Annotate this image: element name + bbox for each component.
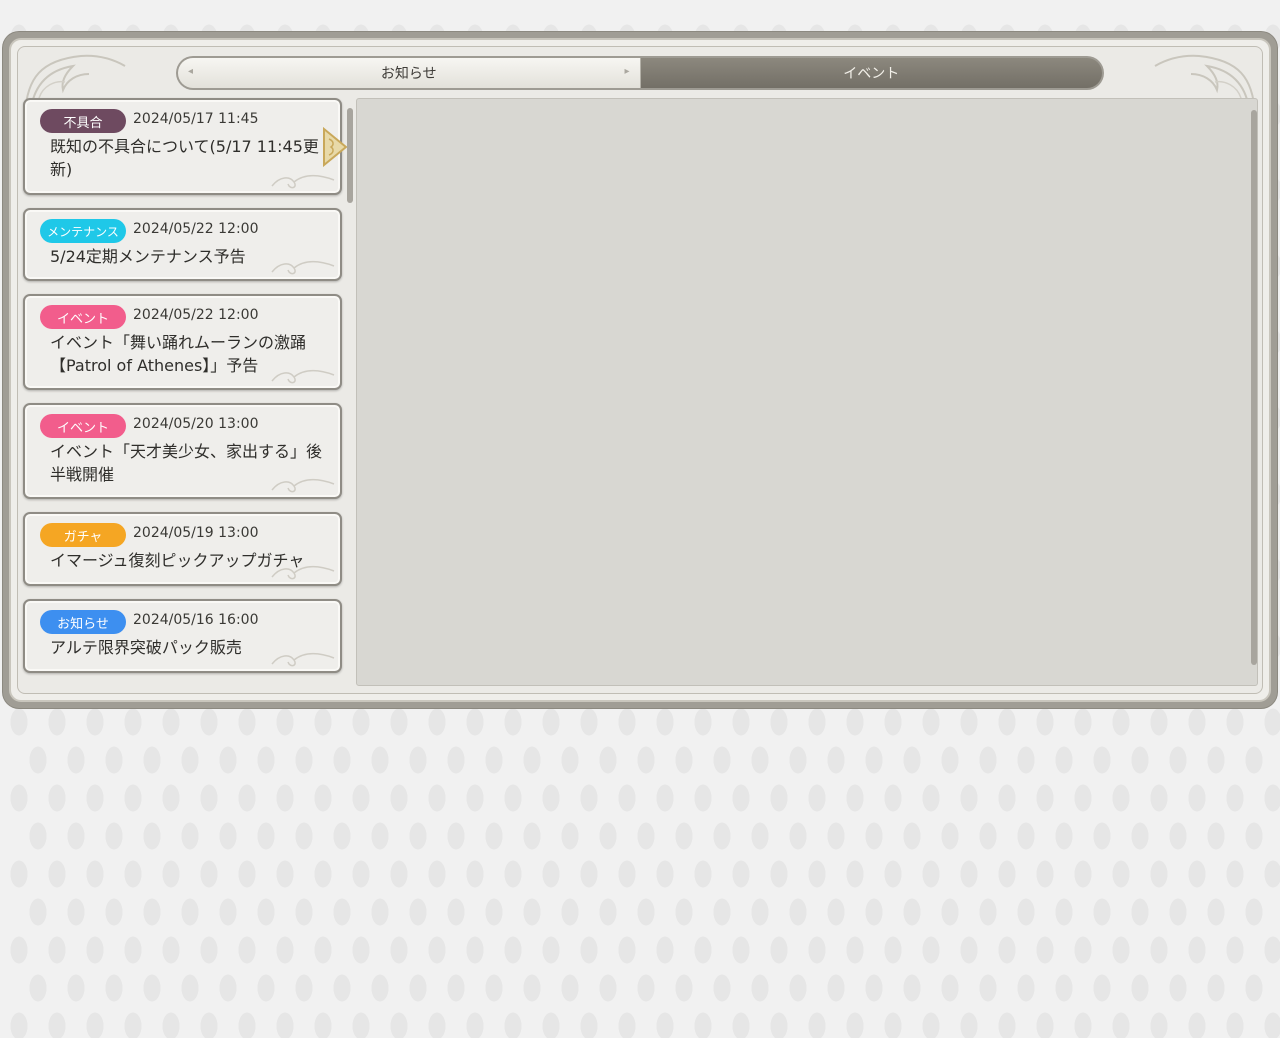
flourish-ornament-icon [271,175,335,189]
tab-event-label: イベント [843,66,900,82]
notice-date: 2024/05/19 13:00 [133,525,259,541]
tab-event[interactable]: イベント [640,58,1102,88]
category-tabs: ◂ お知らせ ▸ イベント [176,56,1104,90]
category-badge: 不具合 [40,109,126,133]
category-badge: メンテナンス [40,219,126,243]
flourish-ornament-icon [271,479,335,493]
notice-date: 2024/05/17 11:45 [133,111,259,127]
notice-item[interactable]: メンテナンス 2024/05/22 12:00 5/24定期メンテナンス予告 [23,208,342,281]
notice-date: 2024/05/22 12:00 [133,221,259,237]
notice-detail-panel [356,98,1258,686]
flourish-ornament-icon [271,261,335,275]
flourish-ornament-icon [271,370,335,384]
category-badge: イベント [40,305,126,329]
notice-list: 不具合 2024/05/17 11:45 既知の不具合について(5/17 11:… [23,98,343,683]
flourish-ornament-icon [271,566,335,580]
list-scrollbar[interactable] [347,108,353,203]
notice-item[interactable]: イベント 2024/05/20 13:00 イベント「天才美少女、家出する」後半… [23,403,342,499]
notice-date: 2024/05/22 12:00 [133,307,259,323]
notice-item[interactable]: 不具合 2024/05/17 11:45 既知の不具合について(5/17 11:… [23,98,342,195]
selected-pointer-icon [323,127,348,167]
category-badge: お知らせ [40,610,126,634]
notice-date: 2024/05/16 16:00 [133,612,259,628]
notice-date: 2024/05/20 13:00 [133,416,259,432]
category-badge: ガチャ [40,523,126,547]
flourish-ornament-icon [271,653,335,667]
notice-item[interactable]: イベント 2024/05/22 12:00 イベント「舞い踊れムーランの激踊【P… [23,294,342,390]
arrow-right-icon: ▸ [624,66,630,77]
tab-notice-label: お知らせ [380,66,437,82]
notice-item[interactable]: お知らせ 2024/05/16 16:00 アルテ限界突破パック販売 [23,599,342,673]
category-badge: イベント [40,414,126,438]
arrow-left-icon: ◂ [188,66,194,77]
detail-scrollbar[interactable] [1251,110,1257,665]
tab-notice[interactable]: ◂ お知らせ ▸ [178,58,641,88]
notice-item[interactable]: ガチャ 2024/05/19 13:00 イマージュ復刻ピックアップガチャ [23,512,342,586]
